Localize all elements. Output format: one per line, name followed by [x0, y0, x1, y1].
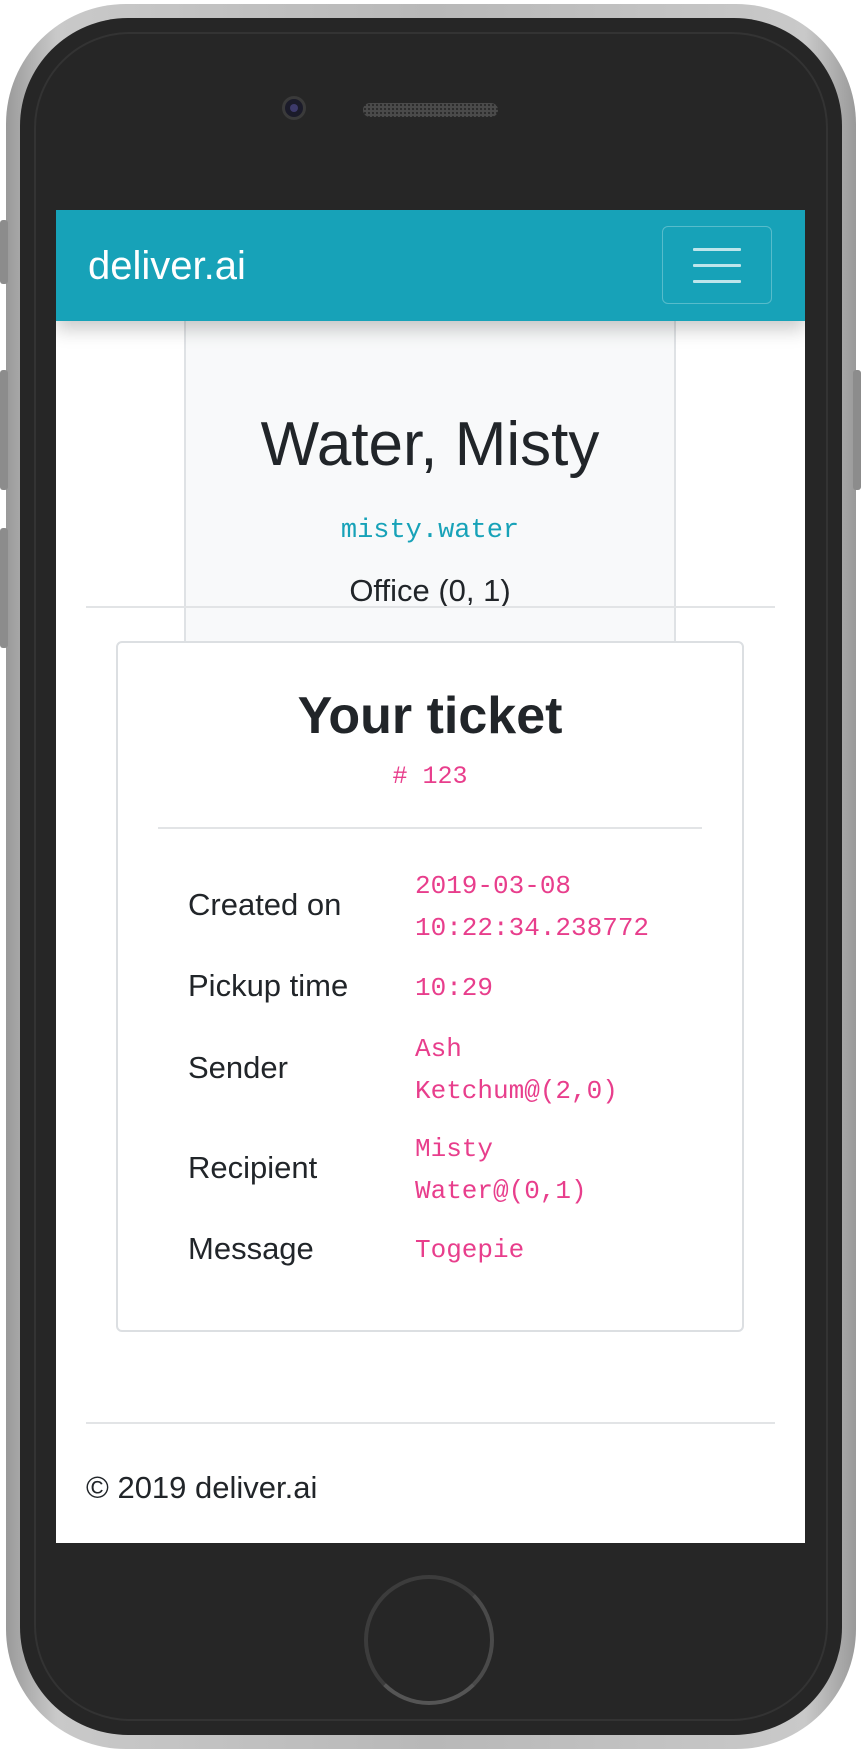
footer-divider [86, 1422, 775, 1424]
power-button [853, 370, 861, 490]
volume-down-button [0, 528, 8, 648]
profile-username: misty.water [340, 516, 520, 546]
ticket-row-value: 10:29 [415, 973, 494, 1003]
section-divider [86, 606, 775, 608]
ticket-row-label: Message [188, 1231, 314, 1266]
ticket-number: # 123 [392, 762, 468, 791]
front-camera [282, 96, 306, 120]
ticket-row-value: Misty Water@(0,1) [415, 1134, 587, 1206]
profile-location: Office (0, 1) [349, 573, 511, 608]
ticket-row-value: Ash Ketchum@(2,0) [415, 1034, 618, 1106]
phone-screen: deliver.ai Water, Misty misty.water Offi… [56, 210, 805, 1543]
footer-copyright: © 2019 deliver.ai [86, 1470, 318, 1505]
ticket-divider [158, 827, 702, 829]
ticket-row-label: Pickup time [188, 968, 349, 1003]
profile-name: Water, Misty [260, 410, 600, 479]
navbar-toggler-button[interactable] [662, 226, 772, 304]
navbar: deliver.ai [56, 210, 805, 321]
ticket-title: Your ticket [297, 687, 563, 745]
ticket-row-label: Sender [188, 1050, 288, 1085]
ticket-row-value: 2019-03-08 10:22:34.238772 [415, 871, 650, 943]
volume-up-button [0, 370, 8, 490]
ticket-row-label: Recipient [188, 1150, 318, 1185]
ticket-row-value: Togepie [415, 1235, 525, 1265]
ticket-row-label: Created on [188, 887, 342, 922]
navbar-brand[interactable]: deliver.ai [88, 242, 246, 290]
earpiece-speaker [363, 103, 498, 117]
home-button[interactable] [364, 1575, 494, 1705]
ticket-card: Your ticket # 123 Created on 2019-03-08 … [116, 641, 744, 1332]
mute-switch [0, 220, 8, 284]
